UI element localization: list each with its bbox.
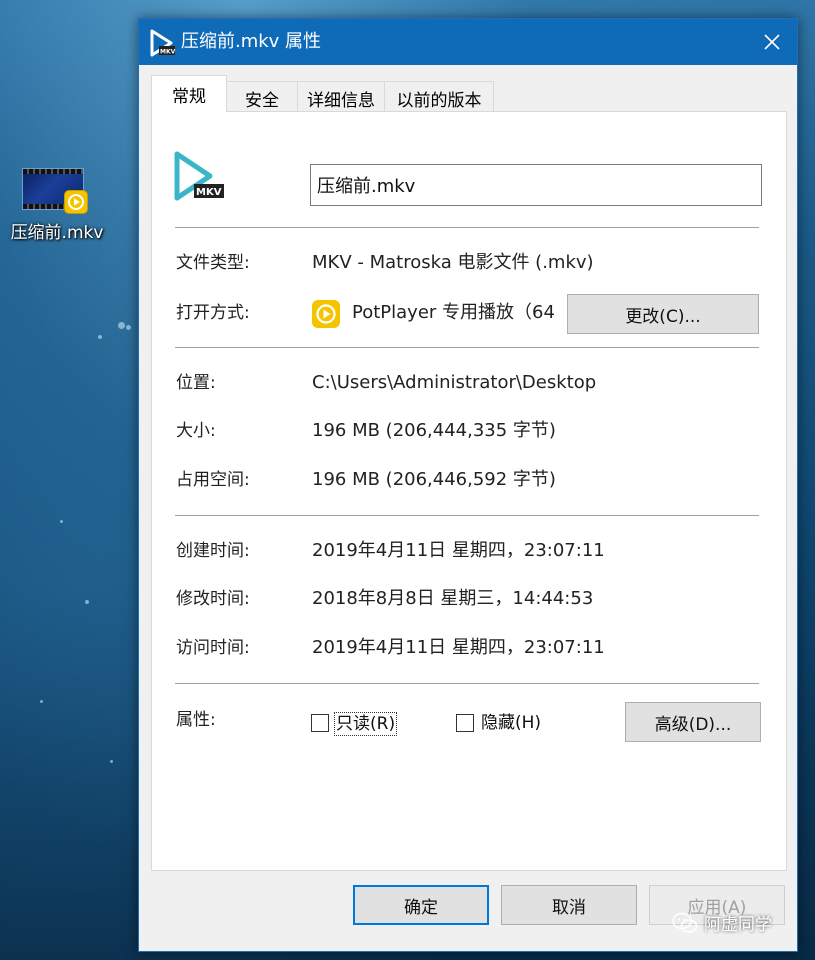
hidden-checkbox[interactable] — [456, 714, 474, 732]
watermark: 阿虚同学 — [672, 910, 772, 935]
tab-security[interactable]: 安全 — [226, 81, 298, 111]
tab-details[interactable]: 详细信息 — [297, 81, 385, 111]
wechat-icon — [672, 912, 698, 933]
bubble-decoration — [110, 760, 113, 763]
modified-value: 2018年8月8日 星期三，14:44:53 — [312, 588, 594, 609]
desktop-file-icon[interactable]: 压缩前.mkv — [8, 166, 108, 246]
size-label: 大小: — [176, 421, 216, 441]
file-type-value: MKV - Matroska 电影文件 (.mkv) — [312, 252, 594, 273]
cancel-button[interactable]: 取消 — [501, 885, 637, 925]
bubble-decoration — [60, 520, 63, 523]
mkv-app-icon: MKV — [149, 29, 177, 57]
properties-dialog: MKV 压缩前.mkv 属性 常规 安全 详细信息 以前的版本 MKV 文件类型… — [138, 18, 798, 952]
close-button[interactable] — [747, 19, 797, 65]
potplayer-icon — [312, 300, 340, 328]
readonly-label[interactable]: 只读(R) — [334, 712, 398, 736]
bubble-decoration — [126, 325, 131, 330]
created-value: 2019年4月11日 星期四，23:07:11 — [312, 540, 605, 561]
hidden-label[interactable]: 隐藏(H) — [481, 712, 541, 734]
divider — [175, 227, 759, 228]
general-panel: MKV 文件类型: MKV - Matroska 电影文件 (.mkv) 打开方… — [151, 111, 787, 871]
svg-text:MKV: MKV — [160, 49, 176, 56]
tab-general[interactable]: 常规 — [151, 75, 227, 112]
close-icon — [764, 34, 780, 50]
size-on-disk-label: 占用空间: — [176, 470, 250, 490]
divider — [175, 683, 759, 684]
watermark-text: 阿虚同学 — [704, 915, 772, 935]
size-on-disk-value: 196 MB (206,446,592 字节) — [312, 469, 556, 490]
bubble-decoration — [40, 700, 43, 703]
change-button[interactable]: 更改(C)... — [567, 294, 759, 334]
title-bar[interactable]: MKV 压缩前.mkv 属性 — [139, 19, 797, 65]
window-title: 压缩前.mkv 属性 — [181, 31, 322, 52]
accessed-value: 2019年4月11日 星期四，23:07:11 — [312, 637, 605, 658]
svg-text:MKV: MKV — [196, 187, 222, 198]
desktop-file-label: 压缩前.mkv — [10, 223, 104, 243]
readonly-checkbox[interactable] — [311, 714, 329, 732]
location-label: 位置: — [176, 373, 216, 393]
modified-label: 修改时间: — [176, 589, 250, 609]
divider — [175, 515, 759, 516]
tab-previous-versions[interactable]: 以前的版本 — [384, 81, 494, 111]
bubble-decoration — [85, 600, 89, 604]
open-with-value: PotPlayer 专用播放（64 — [352, 302, 555, 323]
divider — [175, 347, 759, 348]
file-type-label: 文件类型: — [176, 253, 250, 273]
location-value: C:\Users\Administrator\Desktop — [312, 372, 597, 393]
open-with-label: 打开方式: — [176, 303, 250, 323]
advanced-button[interactable]: 高级(D)... — [625, 702, 761, 742]
bubble-decoration — [98, 335, 102, 339]
mkv-file-icon: MKV — [172, 150, 228, 204]
attributes-label: 属性: — [176, 710, 216, 730]
size-value: 196 MB (206,444,335 字节) — [312, 420, 556, 441]
potplayer-badge-icon — [64, 190, 88, 214]
ok-button[interactable]: 确定 — [353, 885, 489, 925]
bubble-decoration — [118, 322, 125, 329]
created-label: 创建时间: — [176, 541, 250, 561]
file-name-input[interactable] — [310, 164, 762, 206]
accessed-label: 访问时间: — [176, 638, 250, 658]
